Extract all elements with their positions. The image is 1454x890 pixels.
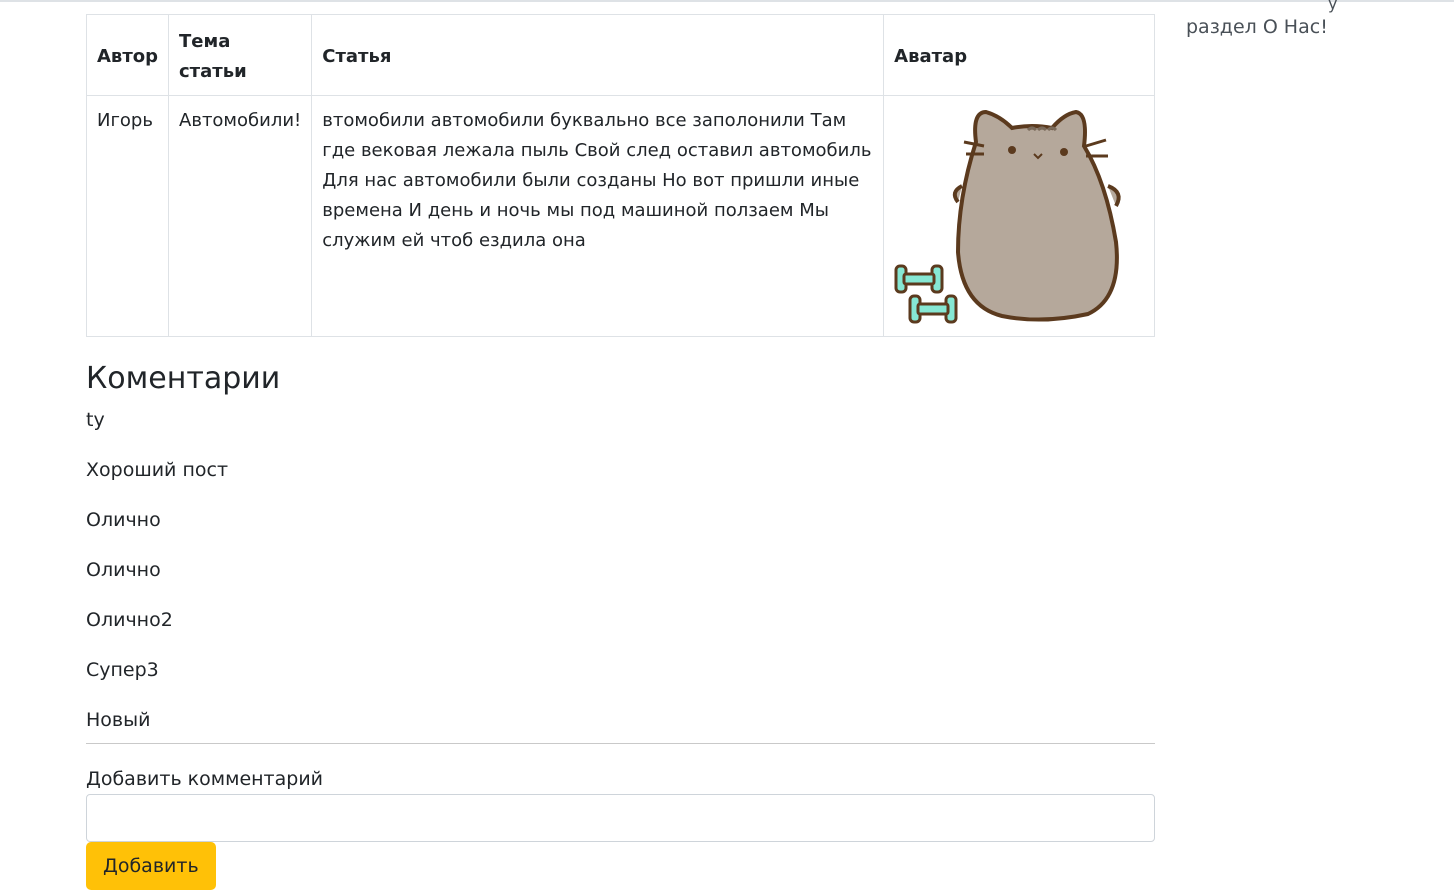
cat-icon xyxy=(952,109,1121,322)
table-row: Игорь Автомобили! втомобили автомобили б… xyxy=(85,95,1155,337)
top-border xyxy=(0,0,1454,2)
divider xyxy=(86,743,1155,744)
comment-label: Добавить комментарий xyxy=(86,768,324,790)
header-avatar: Аватар xyxy=(883,14,1155,96)
sidebar-cut-text: у xyxy=(1328,0,1338,13)
header-topic: Тема статьи xyxy=(168,14,313,96)
comment-form: Добавить комментарий Добавить xyxy=(86,766,1155,890)
comment-item: Супер3 xyxy=(86,659,159,681)
comments-list: ty Хороший пост Олично Олично Олично2 Су… xyxy=(86,407,1155,733)
comment-item: Хороший пост xyxy=(86,459,229,481)
add-comment-button[interactable]: Добавить xyxy=(86,842,216,890)
main-content: Автор Тема статьи Статья Аватар Игорь Ав… xyxy=(85,14,1155,890)
post-table: Автор Тема статьи Статья Аватар Игорь Ав… xyxy=(85,14,1155,337)
cell-author: Игорь xyxy=(85,95,170,337)
header-author: Автор xyxy=(85,14,170,96)
comment-item: Новый xyxy=(86,709,151,731)
avatar-cat-image xyxy=(894,109,1121,324)
header-article: Статья xyxy=(311,14,885,96)
about-link[interactable]: раздел О Нас! xyxy=(1186,14,1328,40)
cell-avatar xyxy=(883,95,1155,337)
comment-input[interactable] xyxy=(86,794,1155,842)
comments-title: Коментарии xyxy=(86,361,281,396)
comment-item: Олично xyxy=(86,559,161,581)
comment-item: Олично xyxy=(86,509,161,531)
cell-topic: Автомобили! xyxy=(168,95,313,337)
comment-item: ty xyxy=(86,409,105,431)
table-header-row: Автор Тема статьи Статья Аватар xyxy=(85,14,1155,96)
comment-item: Олично2 xyxy=(86,609,173,631)
dumbbell-icon xyxy=(894,264,958,324)
cell-article: втомобили автомобили буквально все запол… xyxy=(311,95,885,337)
